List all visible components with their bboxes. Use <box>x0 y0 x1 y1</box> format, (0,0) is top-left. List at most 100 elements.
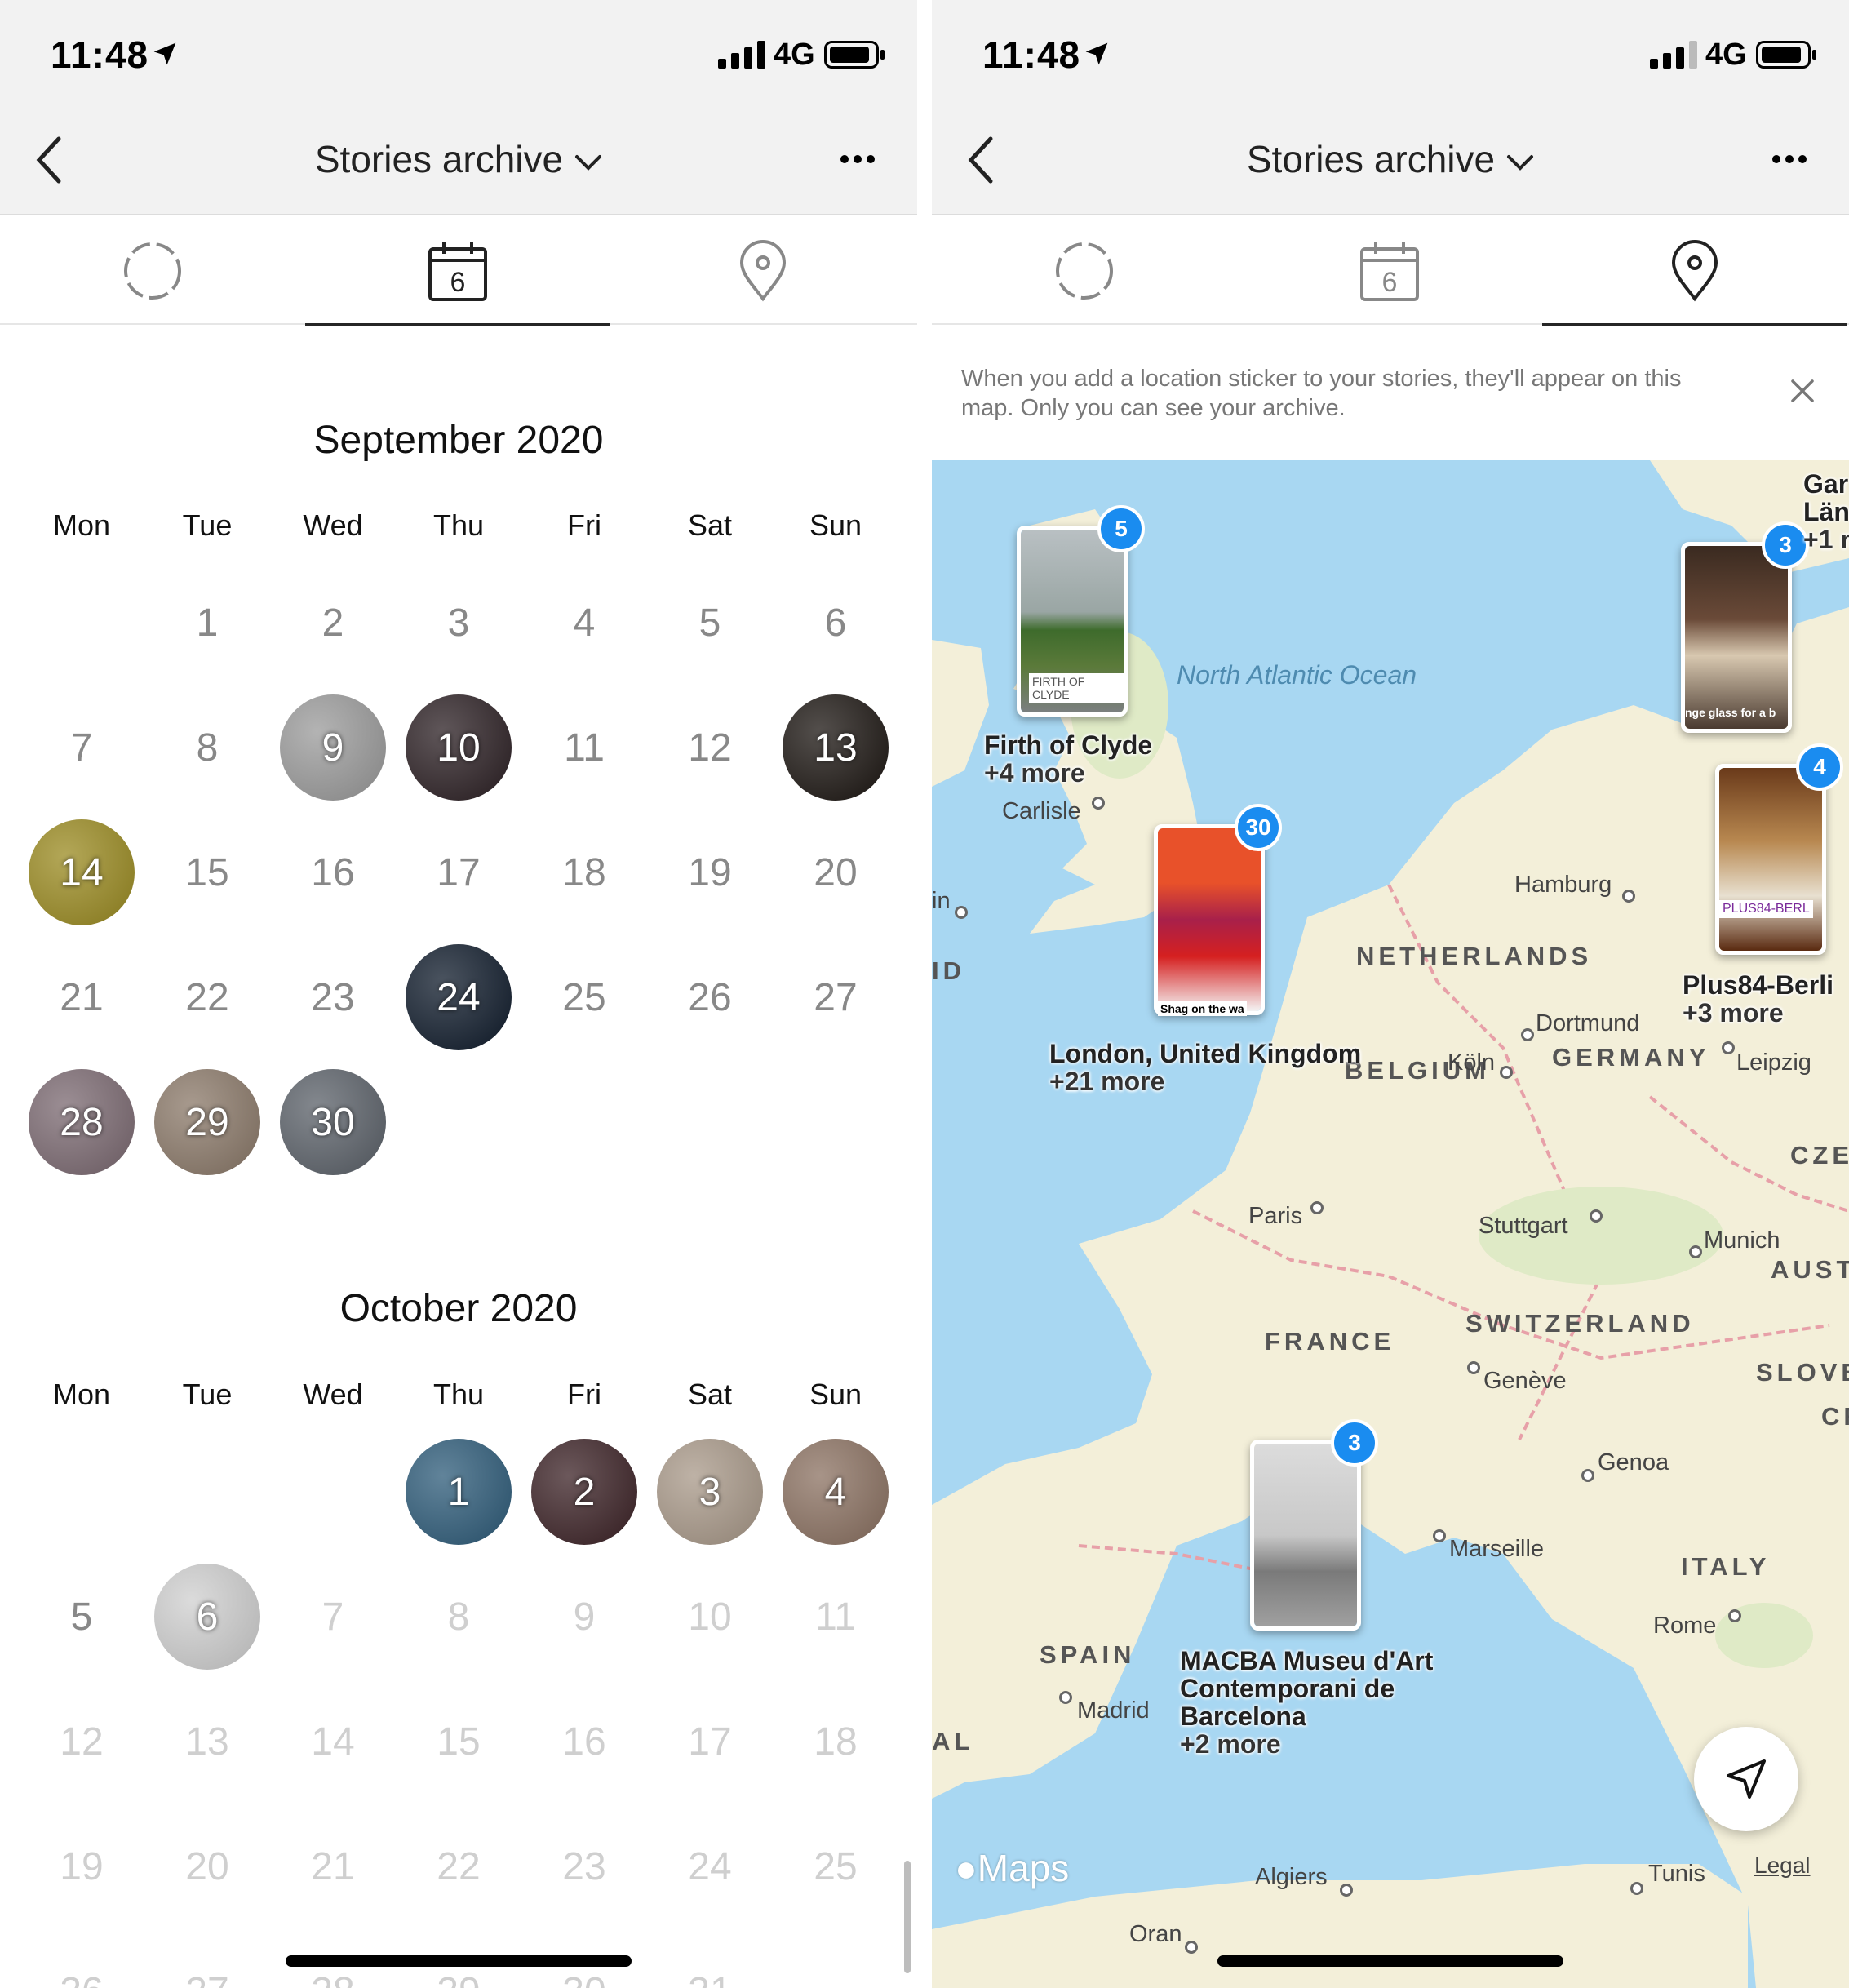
story-pin-firth-of-clyde[interactable]: 5 FIRTH OF CLYDE <box>1017 505 1145 717</box>
city-label: Stuttgart <box>1479 1213 1568 1239</box>
tab-map[interactable] <box>1542 217 1847 326</box>
tab-calendar[interactable]: 6 <box>305 217 610 326</box>
more-options-icon[interactable] <box>839 153 876 165</box>
calendar-day-with-story[interactable]: 3 <box>657 1439 763 1545</box>
location-sticker: PLUS84-BERL <box>1719 900 1813 918</box>
weekday-label: Wed <box>303 508 363 542</box>
city-dot <box>1689 1245 1702 1258</box>
calendar-day-with-story[interactable]: 4 <box>783 1439 889 1545</box>
pin-more-count: +21 more <box>1049 1067 1165 1096</box>
country-label: ITALY <box>1681 1552 1771 1581</box>
city-dot <box>1630 1882 1643 1895</box>
page-title: Stories archive <box>314 138 564 180</box>
pin-location-name: London, United Kingdom <box>1049 1039 1362 1068</box>
story-pin-macba[interactable]: 3 <box>1250 1419 1378 1631</box>
country-label: CR <box>1821 1402 1849 1431</box>
calendar-day: 23 <box>311 975 355 1019</box>
calendar-day-with-story[interactable]: 13 <box>783 694 889 801</box>
calendar-day: 10 <box>688 1595 732 1639</box>
calendar-day: 12 <box>60 1720 104 1764</box>
calendar-day: 16 <box>562 1720 606 1764</box>
legal-link[interactable]: Legal <box>1754 1853 1811 1879</box>
month-title: October 2020 <box>339 1287 578 1330</box>
city-label: Genève <box>1483 1368 1567 1394</box>
navigation-arrow-icon <box>1727 1759 1766 1799</box>
country-label: SLOVE <box>1756 1358 1849 1387</box>
story-pin-gar-lan[interactable]: 3 nge glass for a b <box>1681 521 1809 733</box>
weekday-label: Sun <box>809 1378 862 1411</box>
archive-tabs: 6 <box>932 217 1849 326</box>
signal-icon <box>1650 41 1697 69</box>
calendar-day: 8 <box>196 726 219 770</box>
current-location-button[interactable] <box>1694 1727 1798 1831</box>
city-dot <box>1433 1529 1446 1542</box>
story-count-badge: 5 <box>1097 505 1145 552</box>
calendar-day-with-story[interactable]: 10 <box>406 694 512 801</box>
calendar-day-with-story[interactable]: 6 <box>154 1564 260 1670</box>
story-count-badge: 4 <box>1796 743 1843 791</box>
tab-calendar[interactable]: 6 <box>1237 217 1542 325</box>
story-pin-london[interactable]: 30 Shag on the wa <box>1154 804 1282 1016</box>
scrollbar[interactable] <box>904 1861 911 1973</box>
calendar-day: 22 <box>185 975 229 1019</box>
story-thumbnail <box>1254 1444 1357 1626</box>
calendar-day: 11 <box>564 726 605 770</box>
battery-icon <box>824 41 885 69</box>
calendar-day-with-story[interactable]: 30 <box>280 1069 386 1175</box>
location-arrow-icon <box>153 42 176 65</box>
calendar-day: 26 <box>688 975 732 1019</box>
calendar-day-with-story[interactable]: 2 <box>531 1439 637 1545</box>
location-sticker: Shag on the wa <box>1158 1001 1247 1016</box>
network-type: 4G <box>774 38 815 72</box>
city-label: Algiers <box>1255 1864 1328 1890</box>
status-time: 11:48 <box>982 33 1081 76</box>
country-label: ID <box>932 956 965 985</box>
location-pin-icon <box>739 240 787 302</box>
story-thumbnail <box>1158 828 1261 1011</box>
location-arrow-icon <box>1085 42 1108 65</box>
calendar-day-with-story[interactable]: 1 <box>406 1439 512 1545</box>
home-indicator[interactable] <box>1217 1955 1563 1967</box>
pin-more-count: +4 more <box>984 758 1085 788</box>
calendar-day-with-story[interactable]: 9 <box>280 694 386 801</box>
calendar-day: 5 <box>70 1595 93 1639</box>
calendar-day-with-story[interactable]: 29 <box>154 1069 260 1175</box>
archive-selector[interactable]: Stories archive <box>932 137 1849 181</box>
calendar-day: 1 <box>196 601 219 645</box>
pin-label: MACBA Museu d'Art Contemporani de Barcel… <box>1180 1647 1457 1758</box>
calendar-day: 13 <box>185 1720 229 1764</box>
pin-label: Firth of Clyde +4 more <box>984 731 1152 787</box>
calendar-day: 3 <box>447 601 470 645</box>
weekday-label: Tue <box>182 1378 233 1411</box>
nav-bar: Stories archive <box>0 122 917 201</box>
tab-map[interactable] <box>610 217 916 325</box>
weekday-label: Thu <box>432 508 485 542</box>
close-icon[interactable] <box>1789 377 1816 405</box>
calendar-day: 7 <box>321 1595 344 1639</box>
archive-selector[interactable]: Stories archive <box>0 137 917 181</box>
home-indicator[interactable] <box>286 1955 632 1967</box>
country-label: SPAIN <box>1040 1640 1136 1669</box>
calendar-day-with-story[interactable]: 24 <box>406 944 512 1050</box>
map-screen: 11:48 4G Stories archive 6 When you add … <box>932 0 1849 1988</box>
ocean-label: North Atlantic Ocean <box>1177 660 1417 690</box>
tab-stories[interactable] <box>0 217 305 325</box>
country-label: GERMANY <box>1552 1043 1710 1072</box>
calendar-day: 14 <box>311 1720 355 1764</box>
weekday-label: Sun <box>809 508 862 542</box>
month-title: September 2020 <box>313 419 604 462</box>
country-label: SWITZERLAND <box>1465 1309 1695 1338</box>
more-options-icon[interactable] <box>1771 153 1808 165</box>
calendar-day-with-story[interactable]: 28 <box>29 1069 135 1175</box>
city-dot <box>1092 797 1105 810</box>
chevron-down-icon <box>575 154 602 171</box>
story-pin-plus84-berlin[interactable]: 4 PLUS84-BERL <box>1715 743 1843 955</box>
city-label: Oran <box>1129 1921 1182 1947</box>
tab-stories[interactable] <box>932 217 1237 325</box>
calendar-day-with-story[interactable]: 14 <box>29 819 135 925</box>
calendar-day: 26 <box>29 1938 135 1988</box>
story-thumbnail <box>1719 768 1822 951</box>
calendar-day: 31 <box>657 1938 763 1988</box>
location-sticker: FIRTH OF CLYDE <box>1029 673 1124 703</box>
calendar-icon: 6 <box>428 242 487 301</box>
